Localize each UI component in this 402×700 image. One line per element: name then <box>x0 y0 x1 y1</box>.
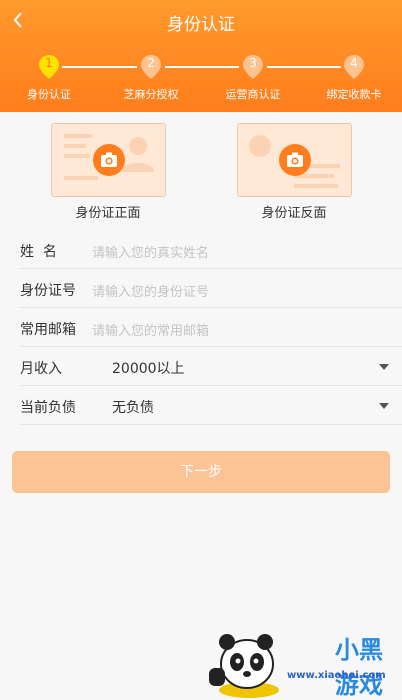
step-3-marker: 3 <box>242 54 264 80</box>
email-input[interactable]: 请输入您的常用邮箱 <box>92 320 209 339</box>
debt-label: 当前负债 <box>20 400 76 416</box>
header-bar: 身份认证 1 身份认证 2 芝麻分授权 3 运营商认证 4 绑定收款卡 <box>0 0 402 112</box>
step-connector <box>165 66 239 68</box>
income-select-row[interactable]: 月收入 20000以上 <box>20 347 402 386</box>
step-4-label: 绑定收款卡 <box>326 88 382 101</box>
step-4-marker: 4 <box>343 54 365 80</box>
step-2-label: 芝麻分授权 <box>123 88 179 101</box>
dropdown-arrow-icon[interactable] <box>379 364 389 370</box>
id-number-field-row: 身份证号 请输入您的身份证号 <box>20 269 402 308</box>
watermark-brand: 小黑游戏 <box>335 636 383 699</box>
income-select-value[interactable]: 20000以上 <box>112 358 185 378</box>
debt-select-value[interactable]: 无负债 <box>112 397 154 417</box>
name-input[interactable]: 请输入您的真实姓名 <box>92 242 209 261</box>
email-field-row: 常用邮箱 请输入您的常用邮箱 <box>20 308 402 347</box>
debt-select-row[interactable]: 当前负债 无负债 <box>20 386 402 425</box>
id-number-input[interactable]: 请输入您的身份证号 <box>92 281 209 300</box>
step-2-marker: 2 <box>140 54 162 80</box>
id-card-back-upload[interactable] <box>237 123 352 197</box>
email-label: 常用邮箱 <box>20 322 76 338</box>
step-1-label: 身份认证 <box>27 88 71 101</box>
watermark-url: www.xiaohei.com <box>287 670 386 681</box>
next-step-button[interactable]: 下一步 <box>12 451 390 493</box>
step-connector <box>62 66 137 68</box>
watermark-logo: 小黑游戏 www.xiaohei.com <box>205 628 402 700</box>
id-card-back-label: 身份证反面 <box>261 206 327 221</box>
id-card-front-upload[interactable] <box>51 123 166 197</box>
dropdown-arrow-icon[interactable] <box>379 403 389 409</box>
income-label: 月收入 <box>20 361 62 377</box>
id-card-front-label: 身份证正面 <box>75 206 141 221</box>
step-connector <box>267 66 341 68</box>
step-1-marker: 1 <box>38 54 60 80</box>
camera-icon <box>278 144 311 176</box>
step-3-label: 运营商认证 <box>225 88 281 101</box>
panda-mascot-icon <box>209 634 279 698</box>
page-title: 身份认证 <box>167 15 235 35</box>
name-label: 姓 名 <box>20 244 57 260</box>
camera-icon <box>92 144 125 176</box>
name-field-row: 姓 名 请输入您的真实姓名 <box>20 230 402 269</box>
id-number-label: 身份证号 <box>20 283 76 299</box>
